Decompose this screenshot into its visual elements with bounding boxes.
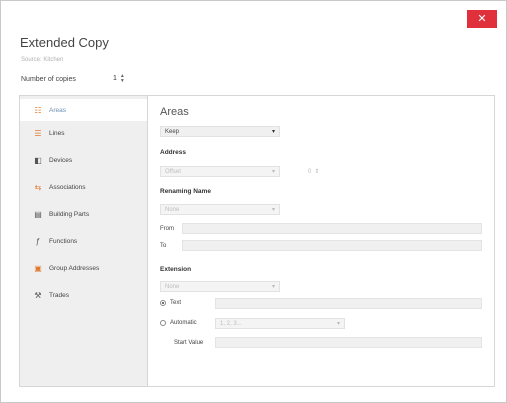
chevron-down-icon: ▾ <box>271 284 275 290</box>
to-input[interactable] <box>182 240 482 251</box>
copies-value[interactable]: 1 <box>113 75 117 82</box>
chevron-down-icon: ▾ <box>271 207 275 213</box>
select-value: None <box>165 284 180 290</box>
select-value: 1, 2, 3... <box>220 321 242 327</box>
sidebar-item-areas[interactable]: ☷ Areas <box>20 99 147 121</box>
copies-label: Number of copies <box>21 76 76 83</box>
radio-label: Automatic <box>170 320 197 326</box>
trades-icon: ⚒ <box>34 290 42 300</box>
text-radio[interactable]: Text <box>160 300 181 306</box>
chevron-down-icon: ▾ <box>271 169 275 175</box>
stepper-arrows-icon[interactable]: ⇕ <box>314 168 319 175</box>
address-label: Address <box>160 149 187 156</box>
sidebar-item-devices[interactable]: ◧ Devices <box>20 149 147 171</box>
start-value-label: Start Value <box>174 340 204 346</box>
areas-content: Areas Keep ▾ Address Offset ▾ 0 ⇕ Renami… <box>160 96 490 386</box>
close-button[interactable]: ✕ <box>467 10 497 28</box>
renaming-name-label: Renaming Name <box>160 188 211 195</box>
functions-icon: ƒ <box>35 236 41 246</box>
copies-stepper[interactable]: 1 ▲ ▼ <box>113 72 137 85</box>
radio-unchecked-icon <box>160 320 166 326</box>
settings-panel: ☷ Areas ☰ Lines ◧ Devices ⇆ Associations… <box>19 95 495 387</box>
devices-icon: ◧ <box>34 155 42 165</box>
associations-icon: ⇆ <box>34 182 42 192</box>
sidebar-item-label: Associations <box>49 183 86 191</box>
to-label: To <box>160 243 167 249</box>
select-value: Offset <box>165 169 181 175</box>
sidebar-item-label: Devices <box>49 156 73 164</box>
stepper-arrows-icon[interactable]: ▲ ▼ <box>120 73 125 84</box>
chevron-down-icon: ▾ <box>271 129 275 135</box>
sidebar-item-label: Lines <box>49 129 65 137</box>
sidebar-item-group-addresses[interactable]: ▣ Group Addresses <box>20 257 147 279</box>
section-title: Areas <box>160 106 189 118</box>
category-sidebar: ☷ Areas ☰ Lines ◧ Devices ⇆ Associations… <box>20 96 148 386</box>
group-addresses-icon: ▣ <box>34 263 42 273</box>
sidebar-item-label: Areas <box>49 106 66 114</box>
dialog-subtitle: Source: Kitchen <box>21 57 64 63</box>
sidebar-item-label: Trades <box>49 291 69 299</box>
from-label: From <box>160 226 174 232</box>
areas-mode-select[interactable]: Keep ▾ <box>160 126 280 137</box>
close-icon: ✕ <box>477 13 487 25</box>
sidebar-item-label: Building Parts <box>49 210 90 218</box>
sidebar-item-trades[interactable]: ⚒ Trades <box>20 284 147 306</box>
building-parts-icon: ▤ <box>34 209 42 219</box>
lines-icon: ☰ <box>34 128 42 138</box>
areas-icon: ☷ <box>34 105 42 115</box>
sidebar-item-associations[interactable]: ⇆ Associations <box>20 176 147 198</box>
extension-text-input[interactable] <box>215 298 482 309</box>
extended-copy-dialog: ✕ Extended Copy Source: Kitchen Number o… <box>0 0 507 403</box>
from-input[interactable] <box>182 223 482 234</box>
automatic-sequence-select[interactable]: 1, 2, 3... ▾ <box>215 318 345 329</box>
extension-label: Extension <box>160 266 192 273</box>
address-offset-select[interactable]: Offset ▾ <box>160 166 280 177</box>
extension-mode-select[interactable]: None ▾ <box>160 281 280 292</box>
renaming-mode-select[interactable]: None ▾ <box>160 204 280 215</box>
automatic-radio[interactable]: Automatic <box>160 320 197 326</box>
sidebar-item-label: Group Addresses <box>49 264 100 272</box>
chevron-down-icon: ▾ <box>336 321 340 327</box>
select-value: None <box>165 207 180 213</box>
sidebar-item-label: Functions <box>49 237 78 245</box>
radio-label: Text <box>170 300 182 306</box>
start-value-input[interactable] <box>215 337 482 348</box>
sidebar-item-lines[interactable]: ☰ Lines <box>20 122 147 144</box>
address-offset-stepper[interactable]: 0 ⇕ <box>308 166 319 177</box>
radio-checked-icon <box>160 300 166 306</box>
stepper-value: 0 <box>308 168 312 175</box>
dialog-title: Extended Copy <box>20 35 109 50</box>
select-value: Keep <box>165 129 180 135</box>
sidebar-item-functions[interactable]: ƒ Functions <box>20 230 147 252</box>
sidebar-item-building-parts[interactable]: ▤ Building Parts <box>20 203 147 225</box>
